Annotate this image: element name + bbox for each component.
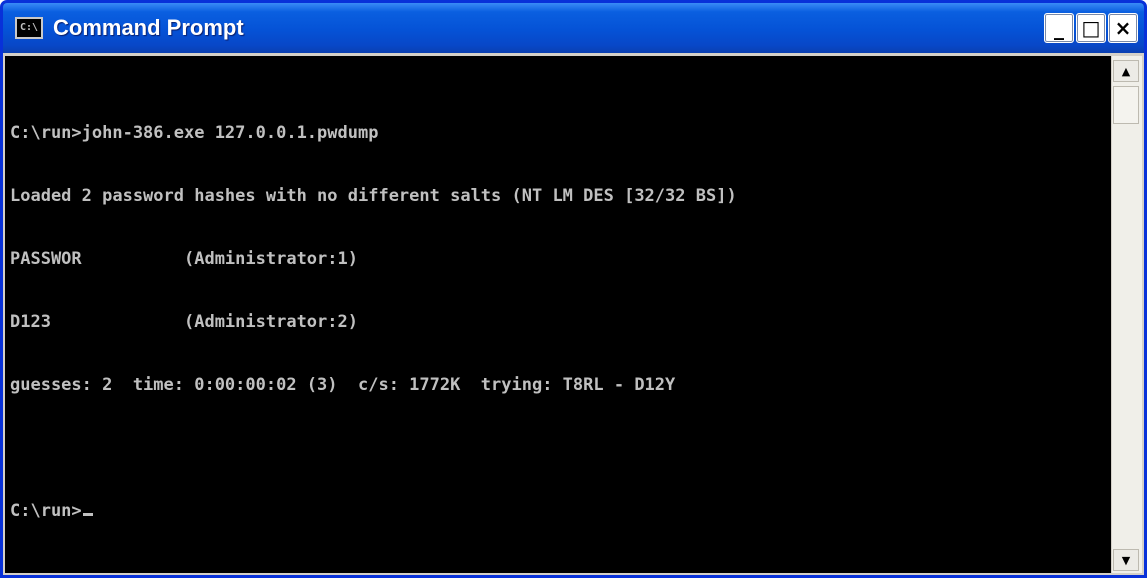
console-line-cracked-2: D123 (Administrator:2)	[10, 312, 358, 332]
minimize-button[interactable]: _	[1044, 13, 1074, 43]
console-line-prompt[interactable]: C:\run>	[10, 501, 737, 522]
close-button[interactable]: ×	[1108, 13, 1138, 43]
scroll-down-button[interactable]: ▼	[1113, 549, 1139, 571]
window-controls: _ □ ×	[1044, 13, 1138, 43]
window-title: Command Prompt	[53, 15, 244, 40]
title-bar[interactable]: C:\ Command Prompt _ □ ×	[3, 3, 1144, 53]
maximize-button[interactable]: □	[1076, 13, 1106, 43]
console-icon[interactable]: C:\	[15, 17, 43, 39]
command-prompt-window: C:\ Command Prompt _ □ × C:\run>john-386…	[0, 0, 1147, 578]
scroll-thumb[interactable]	[1113, 86, 1139, 124]
console-line-status: guesses: 2 time: 0:00:00:02 (3) c/s: 177…	[10, 375, 676, 395]
window-client-area: C:\run>john-386.exe 127.0.0.1.pwdump Loa…	[3, 53, 1144, 575]
prompt-text: C:\run>	[10, 501, 82, 521]
vertical-scrollbar[interactable]: ▲ ▼	[1111, 56, 1142, 573]
console-output[interactable]: C:\run>john-386.exe 127.0.0.1.pwdump Loa…	[5, 56, 1111, 573]
console-line-command: C:\run>john-386.exe 127.0.0.1.pwdump	[10, 123, 379, 143]
text-cursor	[82, 513, 93, 516]
scroll-up-button[interactable]: ▲	[1113, 60, 1139, 82]
console-line-blank	[10, 438, 737, 459]
console-lines: C:\run>john-386.exe 127.0.0.1.pwdump Loa…	[10, 81, 737, 564]
console-line-cracked-1: PASSWOR (Administrator:1)	[10, 249, 358, 269]
console-line-loaded: Loaded 2 password hashes with no differe…	[10, 186, 737, 206]
